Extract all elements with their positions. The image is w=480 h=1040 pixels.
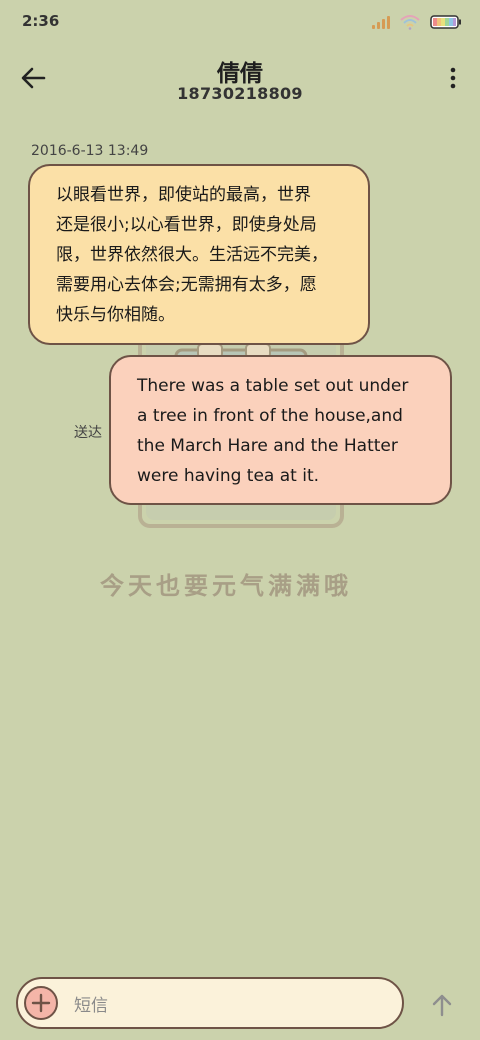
message-line: 还是很小;以心看世界，即使身处局	[56, 215, 317, 235]
message-input[interactable]: 短信	[74, 991, 108, 1016]
message-line: There was a table set out under	[137, 376, 409, 396]
contact-name: 倩倩	[217, 61, 263, 87]
status-bar: 2:36	[0, 0, 480, 44]
clock: 2:36	[22, 12, 60, 30]
message-line: 限，世界依然很大。生活远不完美，	[56, 245, 328, 265]
background-slogan: 今天也要元气满满哦	[100, 572, 352, 600]
plus-icon	[31, 993, 51, 1013]
incoming-message-bubble[interactable]: 以眼看世界，即使站的最高，世界 还是很小;以心看世界，即使身处局 限，世界依然很…	[28, 164, 370, 345]
message-line: 需要用心去体会;无需拥有太多，愿	[56, 275, 317, 295]
message-line: 以眼看世界，即使站的最高，世界	[56, 185, 311, 205]
more-options-icon[interactable]	[446, 66, 460, 90]
outgoing-message-bubble[interactable]: There was a table set out under a tree i…	[109, 355, 452, 505]
contact-phone-number: 18730218809	[177, 84, 303, 103]
conversation-header: 倩倩 18730218809	[0, 44, 480, 124]
message-line: a tree in front of the house,and	[137, 406, 403, 426]
battery-icon	[430, 15, 461, 29]
message-timestamp: 2016-6-13 13:49	[31, 143, 149, 159]
status-icons	[372, 12, 462, 32]
message-line: 快乐与你相随。	[56, 305, 175, 325]
wifi-icon	[400, 15, 420, 30]
message-line: were having tea at it.	[137, 466, 320, 486]
delivery-status: 送达	[74, 425, 102, 441]
message-line: the March Hare and the Hatter	[137, 436, 398, 456]
message-composer[interactable]: 短信	[16, 977, 404, 1029]
send-arrow-icon[interactable]	[428, 991, 456, 1019]
signal-icon	[372, 15, 390, 29]
add-attachment-button[interactable]	[24, 986, 58, 1020]
